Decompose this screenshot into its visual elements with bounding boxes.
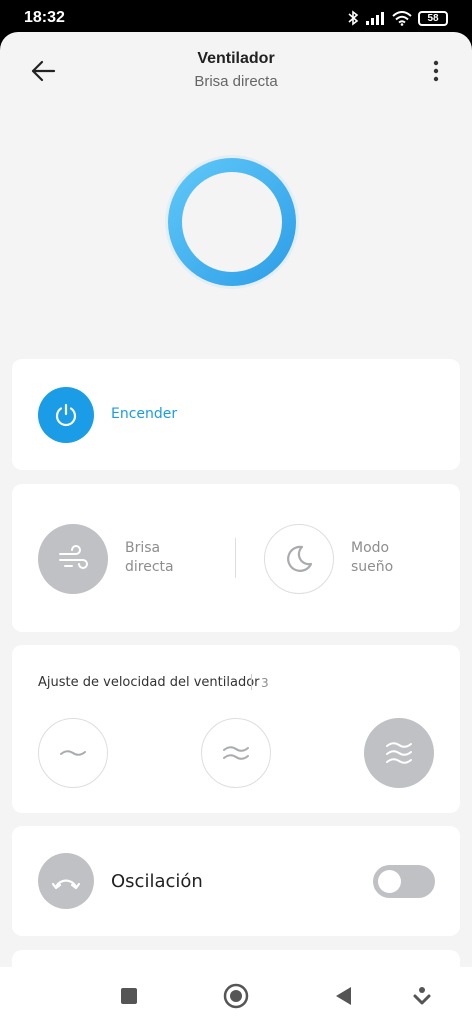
power-label[interactable]: Encender bbox=[111, 406, 177, 422]
oscillation-card: Oscilación bbox=[12, 826, 460, 936]
bluetooth-icon bbox=[348, 10, 359, 26]
home-button[interactable] bbox=[221, 981, 251, 1011]
speed-level-2-button[interactable] bbox=[201, 718, 271, 788]
speed-title: Ajuste de velocidad del ventilador bbox=[38, 675, 260, 690]
mode-divider bbox=[235, 538, 236, 578]
signal-icon bbox=[366, 12, 384, 25]
speed-card: Ajuste de velocidad del ventilador 3 bbox=[12, 645, 460, 813]
speed-level-3-button[interactable] bbox=[364, 718, 434, 788]
power-card: Encender bbox=[12, 359, 460, 470]
status-icons: 58 bbox=[346, 10, 448, 26]
fan-status-ring bbox=[162, 152, 302, 292]
battery-level: 58 bbox=[427, 12, 439, 24]
oscillation-toggle[interactable] bbox=[373, 865, 435, 898]
wave-single-icon bbox=[60, 750, 86, 756]
fan-ring-graphic bbox=[165, 155, 299, 289]
oscillation-label: Oscilación bbox=[111, 871, 203, 892]
power-icon bbox=[55, 403, 77, 427]
top-bar: Ventilador Brisa directa bbox=[0, 32, 472, 112]
wave-triple-icon bbox=[386, 742, 412, 764]
status-time: 18:32 bbox=[24, 9, 65, 26]
square-icon bbox=[121, 988, 137, 1004]
triangle-back-icon bbox=[336, 987, 351, 1005]
oscillation-icon-circle bbox=[38, 853, 94, 909]
more-options-button[interactable] bbox=[422, 54, 450, 88]
mode-sleep[interactable]: Modo sueño bbox=[264, 522, 464, 594]
home-circle-icon bbox=[223, 983, 249, 1009]
moon-icon bbox=[287, 545, 313, 572]
power-button[interactable] bbox=[38, 387, 94, 443]
system-nav-bar bbox=[0, 967, 472, 1024]
next-card-partial bbox=[12, 950, 460, 967]
wave-double-icon bbox=[223, 746, 249, 760]
page-title: Ventilador bbox=[197, 50, 275, 67]
mode-direct-breeze[interactable]: Brisa directa bbox=[38, 522, 238, 594]
chevron-down-dot-icon bbox=[413, 987, 431, 1005]
mode-direct-breeze-label: Brisa directa bbox=[125, 539, 205, 577]
mode-sleep-line1: Modo bbox=[351, 540, 390, 556]
oscillation-arc-icon bbox=[51, 879, 81, 890]
status-bar: 18:32 58 bbox=[0, 0, 472, 36]
speed-level-1-button[interactable] bbox=[38, 718, 108, 788]
nav-extra-button[interactable] bbox=[407, 981, 437, 1011]
more-vertical-icon bbox=[433, 60, 439, 82]
recents-button[interactable] bbox=[114, 981, 144, 1011]
page-subtitle: Brisa directa bbox=[194, 73, 278, 90]
mode-direct-breeze-button[interactable] bbox=[38, 524, 108, 594]
back-nav-button[interactable] bbox=[328, 981, 358, 1011]
wifi-icon bbox=[392, 10, 412, 26]
mode-direct-breeze-line2: directa bbox=[125, 559, 174, 575]
speed-separator bbox=[251, 674, 252, 690]
mode-sleep-line2: sueño bbox=[351, 559, 394, 575]
toggle-knob bbox=[378, 870, 401, 893]
device-panel: Ventilador Brisa directa Encender Brisa … bbox=[0, 32, 472, 967]
battery-icon: 58 bbox=[418, 10, 448, 26]
mode-direct-breeze-line1: Brisa bbox=[125, 540, 161, 556]
mode-sleep-label: Modo sueño bbox=[351, 539, 431, 577]
mode-card: Brisa directa Modo sueño bbox=[12, 484, 460, 632]
speed-value: 3 bbox=[261, 676, 269, 690]
mode-sleep-button[interactable] bbox=[264, 524, 334, 594]
wind-icon bbox=[59, 545, 88, 569]
